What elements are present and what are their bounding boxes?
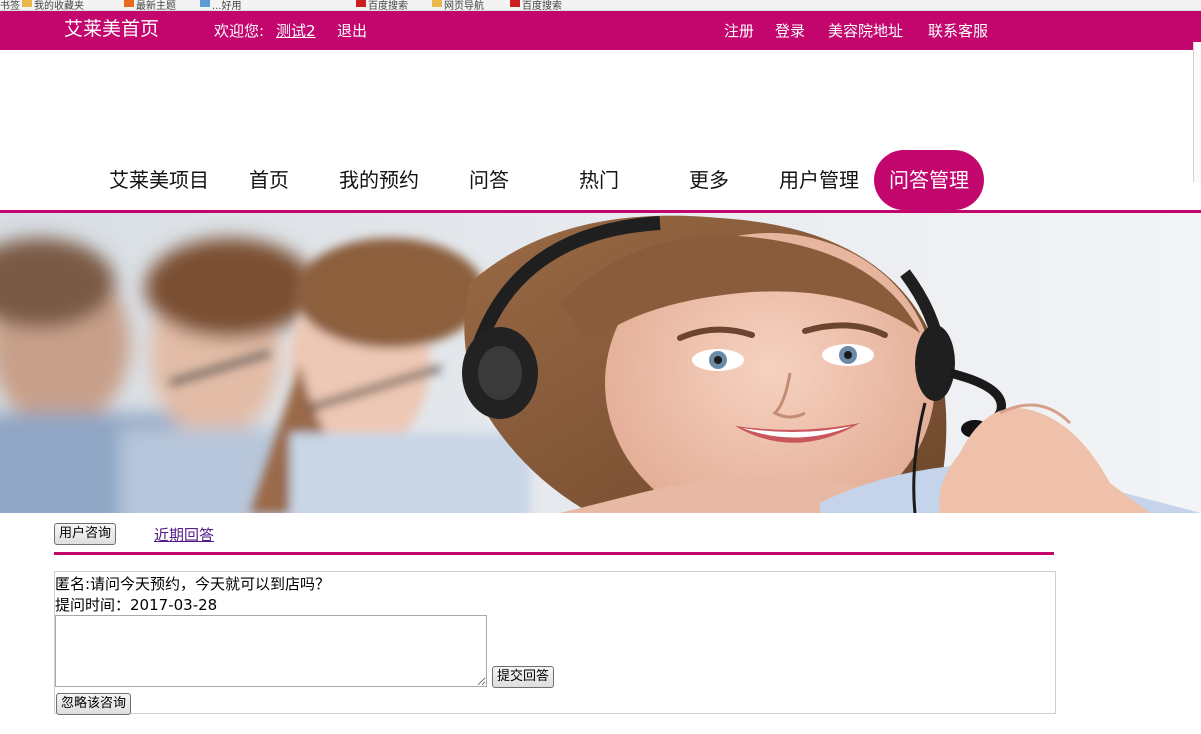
bookmark-item[interactable]: 百度搜索 — [356, 0, 408, 10]
folder-icon — [22, 0, 32, 7]
bookmark-item[interactable]: 最新主题 — [124, 0, 176, 10]
logout-link[interactable]: 退出 — [337, 21, 367, 41]
red-square-icon — [510, 0, 520, 7]
question-time: 提问时间：2017-03-28 — [55, 595, 217, 615]
nav-item-home[interactable]: 首页 — [234, 150, 304, 210]
register-link[interactable]: 注册 — [724, 21, 754, 41]
qa-divider — [54, 552, 1054, 555]
tab-user-consultation[interactable]: 用户咨询 — [54, 523, 117, 545]
qa-tabs: 用户咨询 近期回答 — [54, 521, 1054, 551]
question-time-value: 2017-03-28 — [130, 596, 218, 614]
welcome-label: 欢迎您: — [214, 22, 265, 40]
bookmark-item[interactable]: ...好用 — [200, 0, 242, 10]
customer-service-photo — [0, 213, 1201, 513]
bookmark-item[interactable]: 网页导航 — [432, 0, 484, 10]
nav-item-more[interactable]: 更多 — [674, 150, 744, 210]
nav-item-my-appointments[interactable]: 我的预约 — [330, 150, 428, 210]
bookmarks-bar: 书签 我的收藏夹 最新主题 ...好用 百度搜索 网页导航 百度搜索 — [0, 0, 1201, 11]
nav-item-qa-management[interactable]: 问答管理 — [874, 150, 984, 210]
question-item: 匿名:请问今天预约，今天就可以到店吗？ 提问时间：2017-03-28 提交回答… — [54, 571, 1056, 715]
banner-image — [0, 213, 1201, 513]
bookmark-item[interactable]: 百度搜索 — [510, 0, 562, 10]
page-icon — [200, 0, 210, 7]
username-link[interactable]: 测试2 — [276, 21, 316, 41]
answer-textarea[interactable] — [55, 615, 487, 687]
nav-item-qa[interactable]: 问答 — [454, 150, 524, 210]
flame-icon — [124, 0, 134, 7]
login-link[interactable]: 登录 — [775, 21, 805, 41]
salon-address-link[interactable]: 美容院地址 — [828, 21, 903, 41]
nav-item-hot[interactable]: 热门 — [564, 150, 634, 210]
bookmark-item[interactable]: 我的收藏夹 — [22, 0, 84, 10]
nav-item-projects[interactable]: 艾莱美项目 — [104, 150, 214, 210]
customer-service-link[interactable]: 联系客服 — [928, 21, 988, 41]
tab-recent-answers[interactable]: 近期回答 — [154, 525, 214, 545]
question-time-label: 提问时间： — [55, 596, 131, 614]
nav-item-user-management[interactable]: 用户管理 — [770, 150, 868, 210]
submit-answer-button[interactable]: 提交回答 — [492, 666, 555, 688]
folder-icon — [432, 0, 442, 7]
site-home-link[interactable]: 艾莱美首页 — [64, 19, 159, 39]
main-nav: 艾莱美项目 首页 我的预约 问答 热门 更多 用户管理 问答管理 — [0, 150, 1201, 210]
question-text: 匿名:请问今天预约，今天就可以到店吗？ — [55, 575, 331, 593]
red-square-icon — [356, 0, 366, 7]
top-bar: 艾莱美首页 欢迎您: 测试2 退出 注册 登录 美容院地址 联系客服 — [0, 11, 1201, 50]
bookmark-item[interactable]: 书签 — [0, 0, 20, 10]
ignore-consultation-button[interactable]: 忽略该咨询 — [56, 693, 132, 715]
